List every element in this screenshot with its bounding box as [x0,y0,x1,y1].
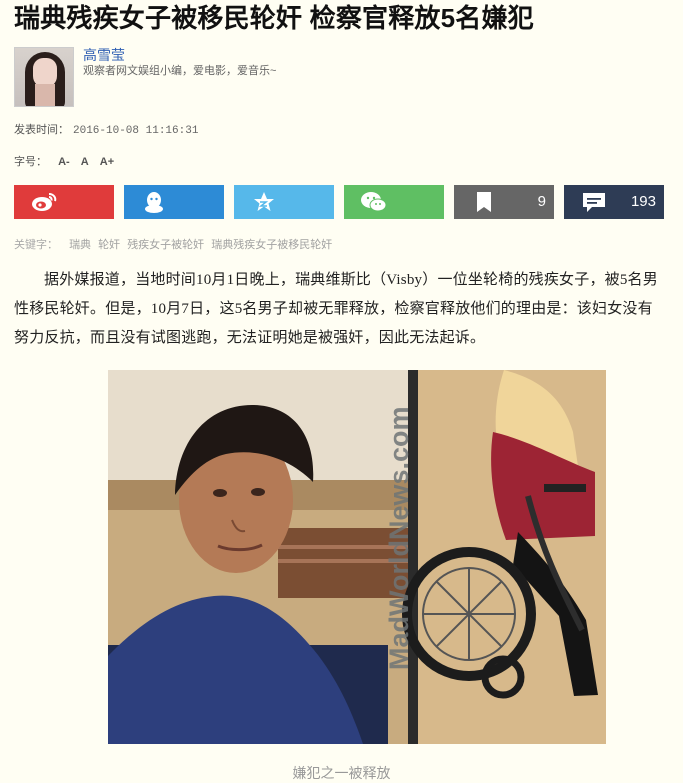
font-size-increase-button[interactable]: A+ [100,156,114,168]
share-qzone-button[interactable] [234,185,334,219]
author-description: 观察者网文娱组小编，爱电影，爱音乐~ [83,65,277,77]
share-qq-button[interactable] [124,185,224,219]
article-body: 据外媒报道，当地时间10月1日晚上，瑞典维斯比（Visby）一位坐轮椅的残疾女子… [14,272,658,346]
comment-count: 193 [630,193,656,210]
photo-watermark: MadWorldNews.com [384,406,414,670]
photo-eye-right [251,488,265,496]
share-weibo-button[interactable] [14,185,114,219]
image-caption: 嫌犯之一被释放 [292,767,391,782]
publish-time: 2016-10-08 11:16:31 [73,125,199,137]
comment-button[interactable]: 193 [564,185,664,219]
keyword-link[interactable]: 瑞典残疾女子被移民轮奸 [211,239,332,251]
keyword-link[interactable]: 轮奸 [98,239,120,251]
article-image: MadWorldNews.com [108,370,606,744]
font-size-controls: 字号： A- A A+ [14,153,114,169]
author-card: 高雪莹 观察者网文娱组小编，爱电影，爱音乐~ [14,47,464,107]
publish-label: 发表时间： [14,124,69,136]
author-name-link[interactable]: 高雪莹 [83,47,125,63]
keywords-label: 关键字： [14,239,58,251]
avatar-neck [35,84,55,106]
qq-icon [136,185,172,219]
author-avatar[interactable] [14,47,74,107]
article-page: 瑞典残疾女子被移民轮奸 检察官释放5名嫌犯 高雪莹 观察者网文娱组小编，爱电影，… [0,0,683,782]
article-title: 瑞典残疾女子被移民轮奸 检察官释放5名嫌犯 [14,3,534,33]
photo-eye-left [213,489,227,497]
weibo-icon [26,185,62,219]
font-size-normal-button[interactable]: A [81,156,89,168]
keyword-link[interactable]: 瑞典 [69,239,91,251]
font-size-decrease-button[interactable]: A- [58,156,70,168]
publish-meta: 发表时间： 2016-10-08 11:16:31 [14,121,198,137]
bookmark-count: 9 [537,193,546,210]
share-wechat-button[interactable] [344,185,444,219]
qzone-icon [246,185,282,219]
keyword-link[interactable]: 残疾女子被轮奸 [127,239,204,251]
font-size-label: 字号： [14,156,47,168]
bookmark-button[interactable]: 9 [454,185,554,219]
wechat-icon [356,185,392,219]
bookmark-icon [466,185,502,219]
article-photo: MadWorldNews.com [108,370,606,744]
share-toolbar: 9 193 [14,185,664,219]
comment-icon [576,185,612,219]
keywords-row: 关键字： 瑞典 轮奸 残疾女子被轮奸 瑞典残疾女子被移民轮奸 [14,236,336,252]
photo-chair-arm [544,484,586,492]
